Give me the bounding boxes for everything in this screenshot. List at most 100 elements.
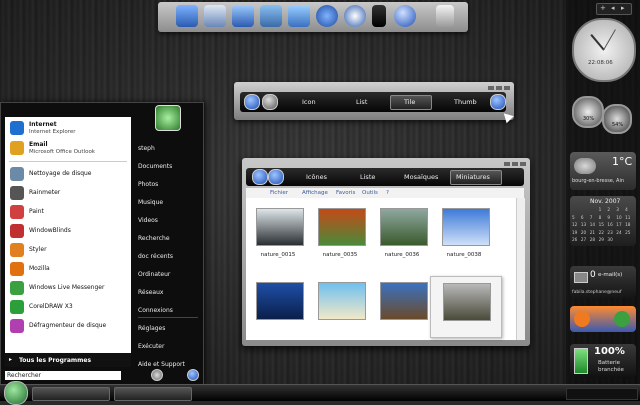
view-list-item[interactable]: List [356,98,367,106]
calendar-day[interactable]: 28 [590,237,599,245]
calendar-day[interactable] [625,237,634,245]
window-controls[interactable] [502,160,526,166]
calendar-day[interactable]: 1 [599,207,608,215]
calendar-day[interactable]: 12 [572,222,581,230]
recent-item[interactable]: Mozilla [7,260,129,278]
view-tile-item[interactable]: Tile [404,98,415,106]
right-item-ordinateur[interactable]: Ordinateur [138,267,200,283]
calendar-day[interactable]: 6 [581,215,590,223]
calendar-day[interactable]: 2 [607,207,616,215]
next-icon[interactable]: ▸ [621,4,625,12]
calendar-day[interactable]: 30 [607,237,616,245]
all-programs-button[interactable]: ▸ Tous les Programmes [5,353,131,367]
calendar-day[interactable]: 24 [616,230,625,238]
thumbnail-image[interactable] [256,282,304,320]
right-item-executer[interactable]: Exécuter [138,339,200,355]
recent-item[interactable]: Rainmeter [7,184,129,202]
recent-item[interactable]: Défragmenteur de disque [7,317,129,335]
start-search-input[interactable]: Rechercher [5,371,121,380]
menu-fichier[interactable]: Fichier [270,190,288,196]
calendar-day[interactable]: 4 [625,207,634,215]
menu-outils[interactable]: Outils [362,190,378,196]
power-button[interactable] [187,369,199,381]
recent-item[interactable]: Windows Live Messenger [7,279,129,297]
calendar-day[interactable]: 5 [572,215,581,223]
calendar-day[interactable]: 9 [607,215,616,223]
calendar-day[interactable] [581,207,590,215]
back-button[interactable] [244,94,260,110]
sidebar-controls[interactable]: + ◂ ▸ [596,3,632,15]
right-item-videos[interactable]: Videos [138,213,200,229]
calendar-day[interactable]: 17 [616,222,625,230]
computer-icon[interactable] [176,5,198,27]
vertical-scrollbar[interactable] [516,198,525,340]
calendar-day[interactable]: 22 [599,230,608,238]
right-item-steph[interactable]: steph [138,141,200,157]
tab-icones[interactable]: Icônes [306,173,327,181]
calendar-day[interactable]: 27 [581,237,590,245]
recent-item[interactable]: Styler [7,241,129,259]
calendar-day[interactable] [572,207,581,215]
recycle-bin-icon[interactable] [436,5,454,27]
laptop-icon[interactable] [204,5,226,27]
thumbnail-image[interactable] [256,208,304,246]
right-item-documents[interactable]: Documents [138,159,200,175]
firefox-icon[interactable] [316,5,338,27]
ipod-icon[interactable] [372,5,386,27]
app-launcher-gadget[interactable] [570,306,636,332]
forward-button[interactable] [268,169,284,185]
view-icon-item[interactable]: Icon [302,98,316,106]
thumbnail-image[interactable] [318,282,366,320]
menu-affichage[interactable]: Affichage [302,190,328,196]
calendar-day[interactable]: 7 [590,215,599,223]
mail-gadget[interactable]: 0 e-mail(s) fabila.stephane@neuf [570,266,636,298]
thumbnail-image[interactable] [380,282,428,320]
taskbar-window-button[interactable] [114,387,192,401]
recent-item[interactable]: Nettoyage de disque [7,165,129,183]
weather-gadget[interactable]: 1°C bourg-en-bresse, Ain [570,152,636,190]
right-item-reseaux[interactable]: Réseaux [138,285,200,301]
tab-liste[interactable]: Liste [360,173,375,181]
calendar-day[interactable]: 26 [572,237,581,245]
calendar-day[interactable]: 20 [581,230,590,238]
pinned-email[interactable]: Email Microsoft Office Outlook [7,139,129,159]
start-button[interactable] [4,381,28,405]
folder-icon[interactable] [260,5,282,27]
calendar-day[interactable]: 8 [599,215,608,223]
taskbar-window-button[interactable] [32,387,110,401]
calendar-day[interactable]: 18 [625,222,634,230]
add-gadget-icon[interactable]: + [600,4,606,12]
tab-miniatures[interactable]: Miniatures [456,173,490,181]
media-player-icon[interactable] [394,5,416,27]
prev-icon[interactable]: ◂ [611,4,615,12]
calendar-day[interactable]: 23 [607,230,616,238]
avatar[interactable] [155,105,181,131]
music-icon[interactable] [288,5,310,27]
calendar-day[interactable]: 25 [625,230,634,238]
recent-item[interactable]: Paint [7,203,129,221]
back-button[interactable] [252,169,268,185]
forward-button[interactable] [262,94,278,110]
calendar-day[interactable]: 13 [581,222,590,230]
messenger-icon[interactable] [614,311,630,327]
menu-help[interactable]: ? [386,190,389,196]
lock-button[interactable] [151,369,163,381]
tab-mosaiques[interactable]: Mosaïques [404,173,438,181]
thumbnail-image[interactable] [443,283,491,321]
calendar-day[interactable]: 15 [599,222,608,230]
window-controls[interactable] [486,84,510,90]
calendar-day[interactable]: 16 [607,222,616,230]
thumbnail-image[interactable] [442,208,490,246]
calendar-day[interactable]: 21 [590,230,599,238]
calendar-day[interactable]: 14 [590,222,599,230]
calendar-day[interactable]: 29 [599,237,608,245]
firefox-icon[interactable] [574,311,590,327]
messenger-icon[interactable] [344,5,366,27]
thumbnail-image[interactable] [380,208,428,246]
clock-gadget[interactable]: 22:08:06 [572,18,636,82]
calendar-day[interactable] [590,207,599,215]
pinned-internet[interactable]: Internet Internet Explorer [7,119,129,139]
calendar-day[interactable]: 3 [616,207,625,215]
calendar-gadget[interactable]: Nov. 2007 1 2 3 4 5 6 7 8 9 10 11 12 13 14 15 16 17 18 19 2… [570,196,636,246]
right-item-photos[interactable]: Photos [138,177,200,193]
